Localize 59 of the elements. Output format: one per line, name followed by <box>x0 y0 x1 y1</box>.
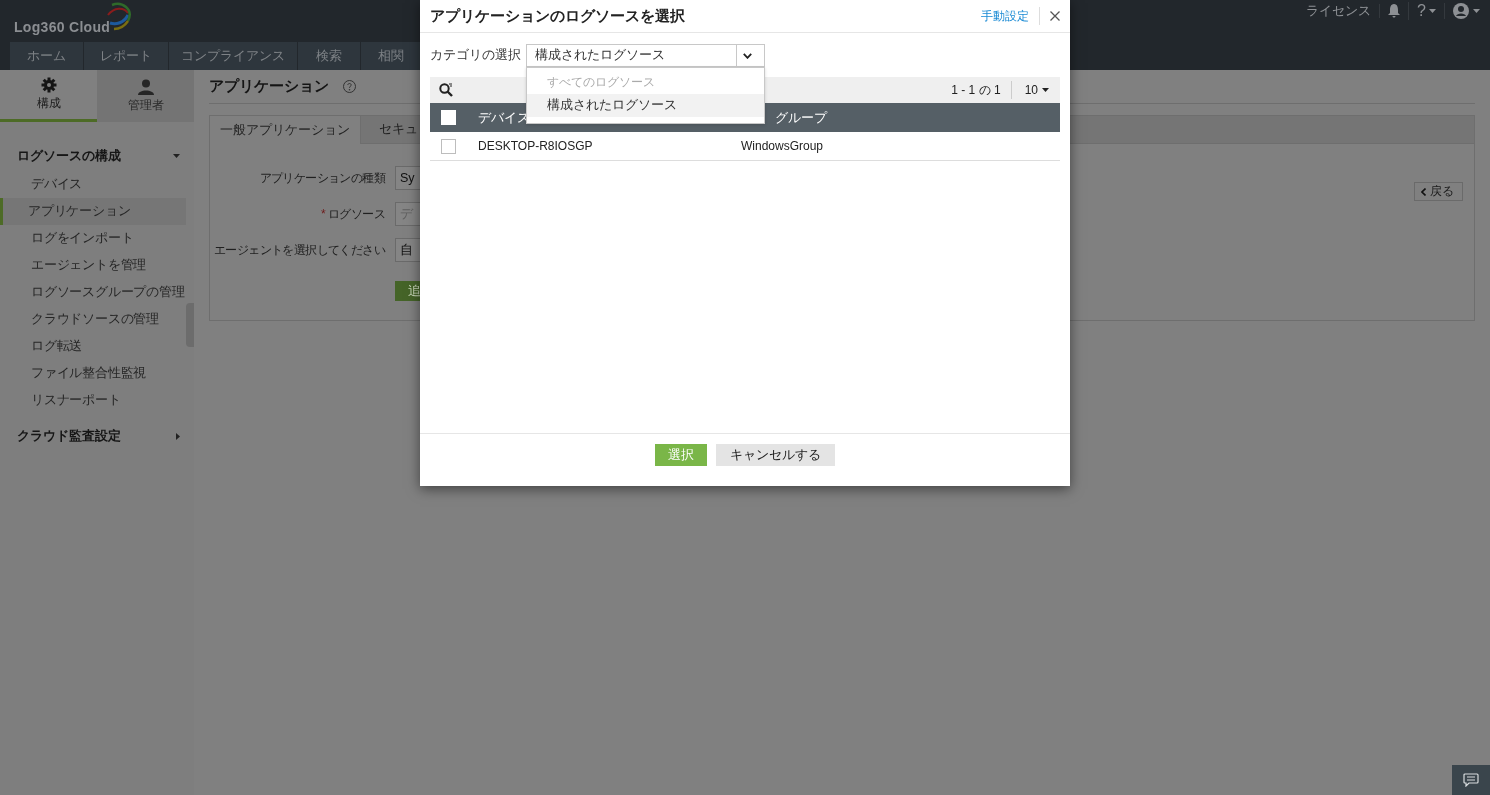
sidebar-item[interactable]: リスナーポート <box>0 387 186 414</box>
pagination-range: 1 - 1 の 1 <box>951 81 1012 99</box>
bell-icon <box>1388 4 1401 18</box>
select-button[interactable]: 選択 <box>655 444 707 466</box>
sidebar-item[interactable]: クラウドソースの管理 <box>0 306 186 333</box>
caret-right-icon <box>176 432 180 440</box>
nav-tab[interactable]: 相関 <box>361 42 421 70</box>
field-label: アプリケーションの種類 <box>259 169 387 187</box>
page-size-dropdown[interactable]: 10 <box>1021 83 1052 97</box>
help-menu-button[interactable]: ? <box>1408 2 1444 20</box>
dropdown-option[interactable]: 構成されたログソース <box>527 94 764 117</box>
chevron-left-icon <box>1421 187 1426 196</box>
mode-tab[interactable]: 管理者 <box>97 70 194 122</box>
sidebar-item[interactable]: ファイル整合性監視 <box>0 360 186 387</box>
logo-text: Log360 Cloud <box>14 19 111 35</box>
caret-icon <box>1429 9 1436 13</box>
category-label: カテゴリの選択 <box>430 47 522 64</box>
help-icon <box>343 80 356 93</box>
sidebar-section-header[interactable]: クラウド監査設定 <box>0 426 194 446</box>
field-label: * ログソース <box>320 205 386 223</box>
nav-tab[interactable]: ホーム <box>10 42 83 70</box>
nav-tab[interactable]: レポート <box>84 42 168 70</box>
nav-tab[interactable]: コンプライアンス <box>169 42 297 70</box>
sidebar-item[interactable]: エージェントを管理 <box>0 252 186 279</box>
table-cell: WindowsGroup <box>741 139 824 153</box>
chat-icon <box>1463 773 1479 787</box>
back-button[interactable]: 戻る <box>1414 182 1463 201</box>
close-button[interactable] <box>1050 11 1060 21</box>
category-dropdown[interactable]: 構成されたログソース <box>526 44 765 67</box>
sidebar-item[interactable]: アプリケーション <box>0 198 186 225</box>
chat-button[interactable] <box>1452 765 1490 795</box>
sidebar-item[interactable]: ログソースグループの管理 <box>0 279 186 306</box>
sidebar-item[interactable]: デバイス <box>0 171 186 198</box>
close-icon <box>1050 11 1060 21</box>
column-header: グループ <box>775 109 827 125</box>
sidebar-item[interactable]: ログ転送 <box>0 333 186 360</box>
caret-icon <box>1042 88 1049 92</box>
manual-setup-link[interactable]: 手動設定 <box>981 7 1040 25</box>
sidebar-section-header[interactable]: ログソースの構成 <box>0 146 194 166</box>
license-link[interactable]: ライセンス <box>1298 2 1380 20</box>
cancel-button[interactable]: キャンセルする <box>716 444 835 466</box>
caret-down-icon <box>173 154 180 158</box>
sidebar-item[interactable]: ログをインポート <box>0 225 186 252</box>
input-field[interactable]: 自 <box>395 238 420 262</box>
user-icon <box>1453 3 1469 19</box>
user-menu-button[interactable] <box>1444 3 1480 19</box>
nav-tab[interactable]: 検索 <box>298 42 360 70</box>
input-field[interactable]: Sy <box>395 166 420 190</box>
chevron-down-icon <box>743 52 752 59</box>
search-icon <box>439 83 453 97</box>
table-cell: DESKTOP-R8IOSGP <box>478 139 593 153</box>
add-button[interactable]: 追 <box>395 281 420 301</box>
person-icon <box>137 78 154 95</box>
page-title: アプリケーション <box>209 77 329 96</box>
checkbox[interactable] <box>441 138 456 154</box>
field-label: エージェントを選択してください <box>214 241 387 259</box>
gear-icon <box>40 77 57 93</box>
dialog-title: アプリケーションのログソースを選択 <box>430 6 686 26</box>
caret-icon <box>1473 9 1480 13</box>
